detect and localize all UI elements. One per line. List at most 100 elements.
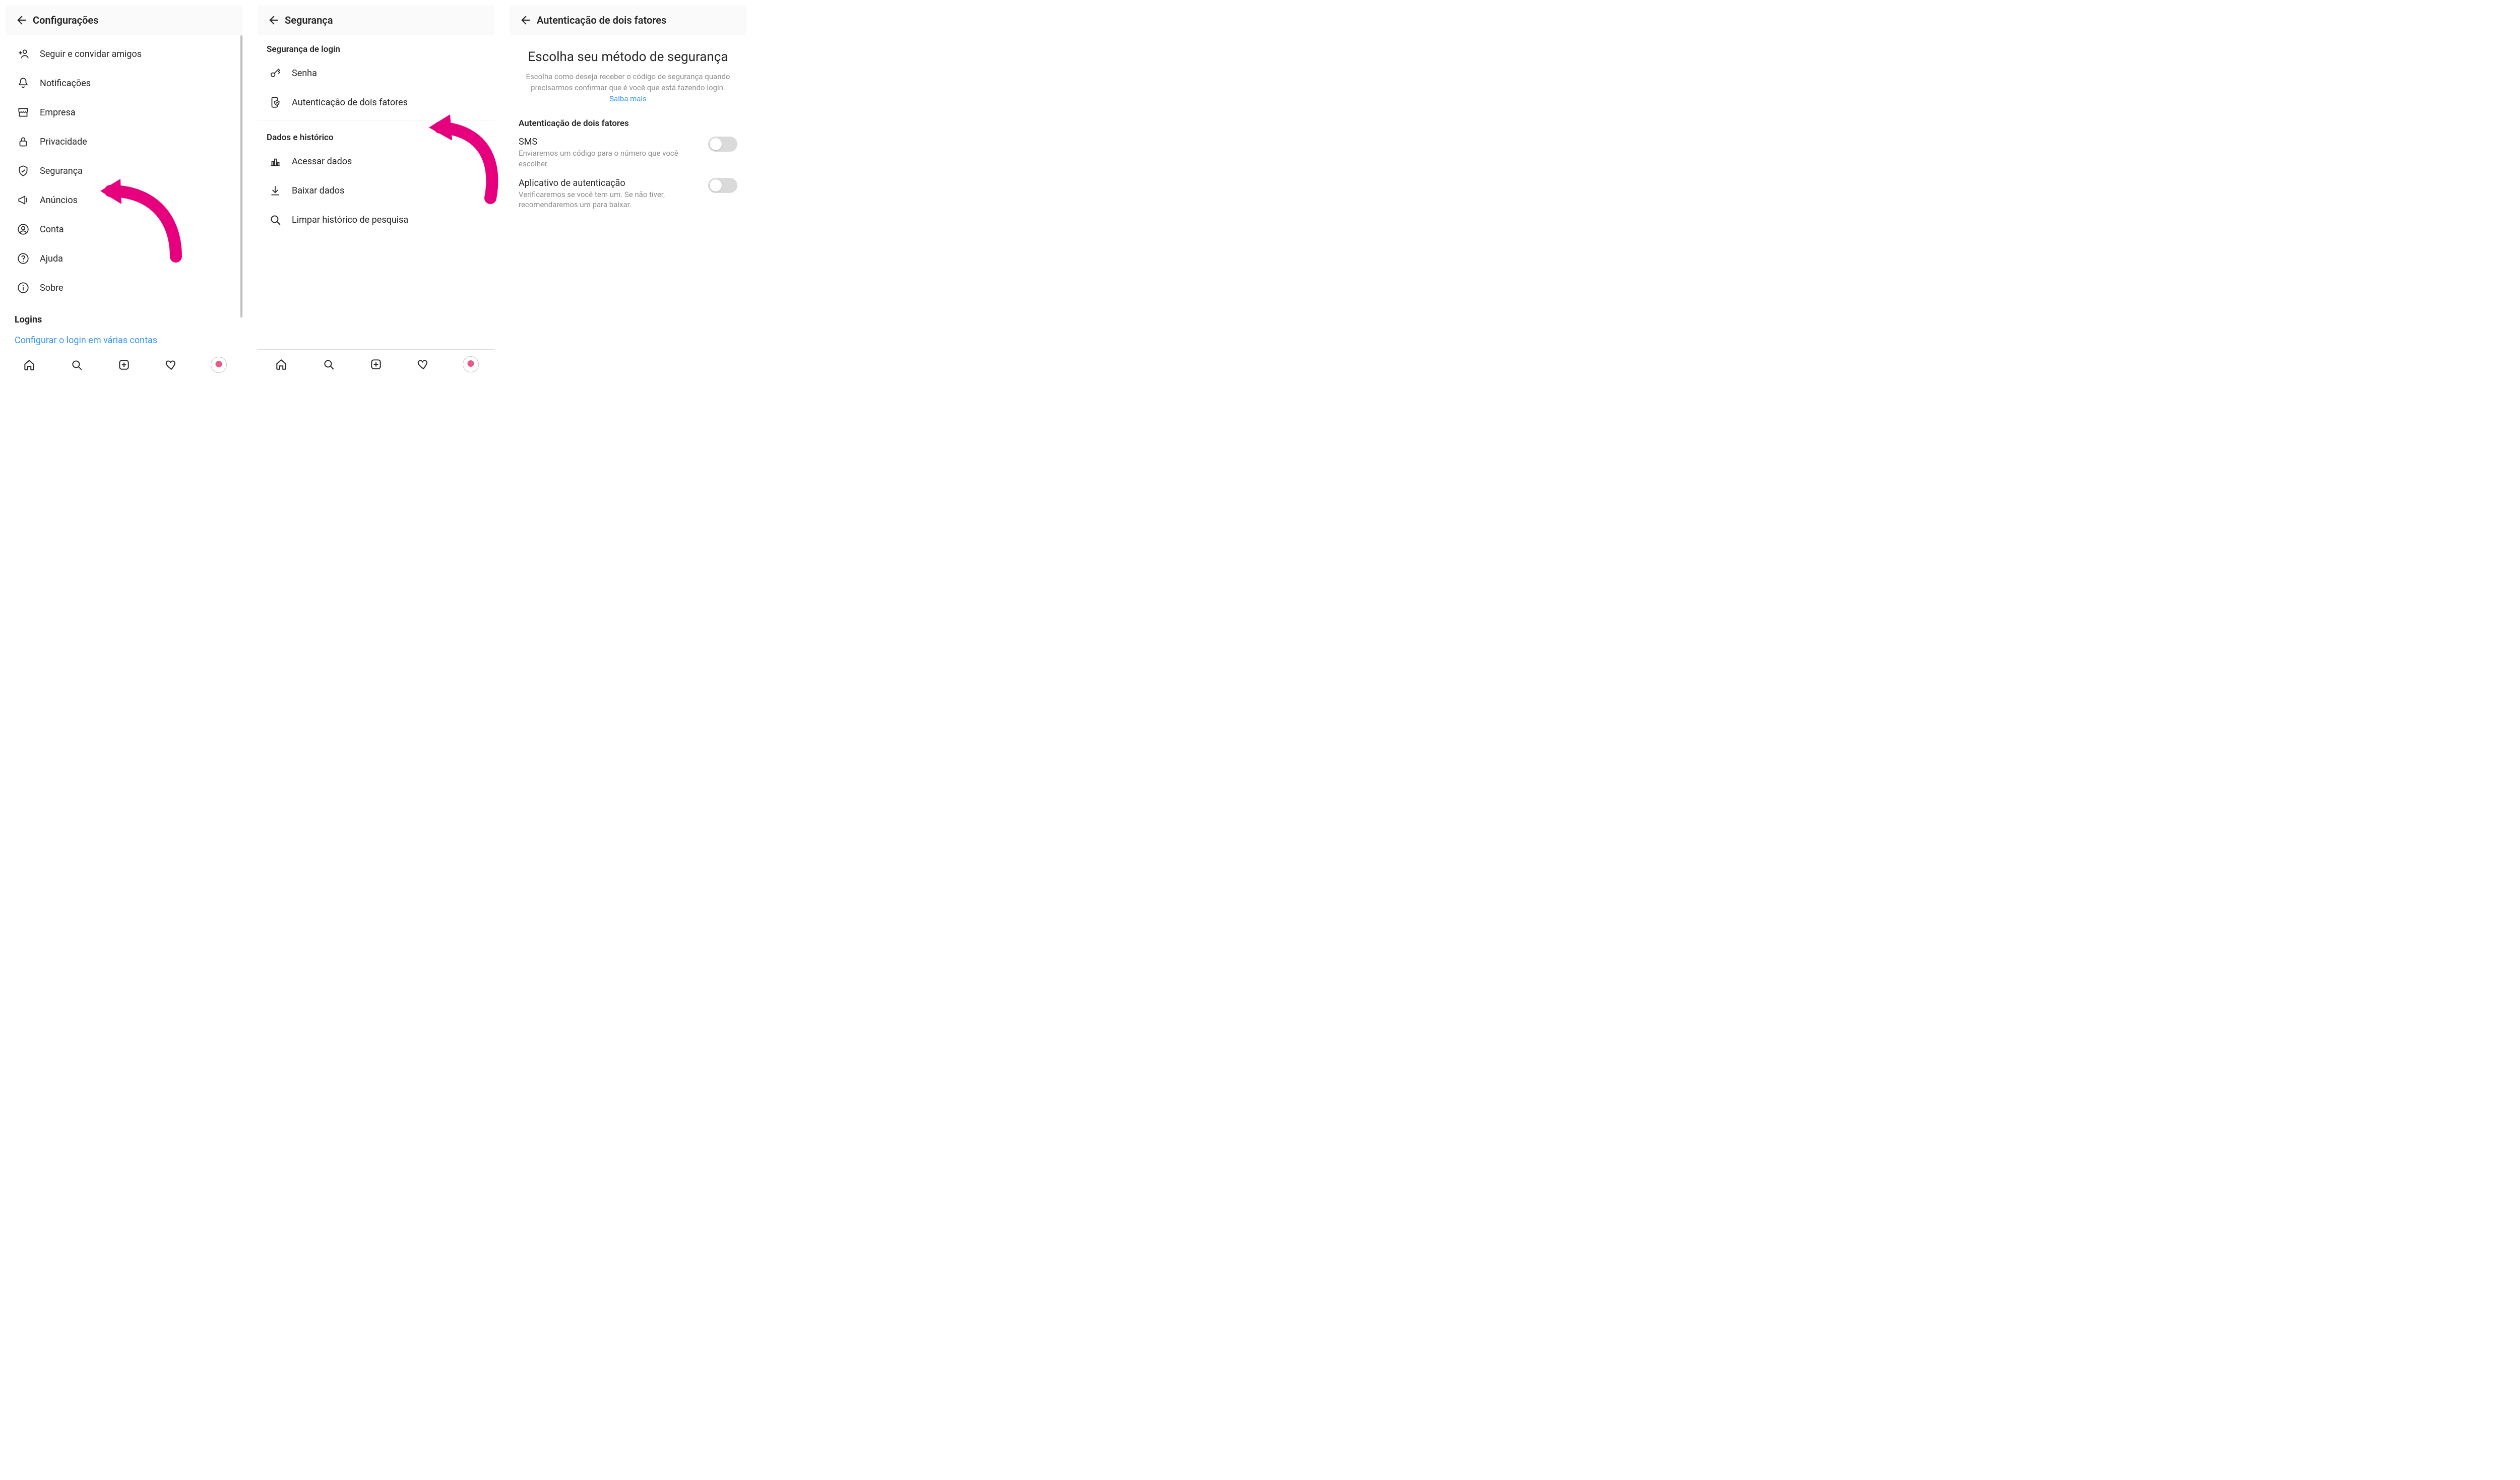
- tab-home[interactable]: [273, 356, 290, 373]
- add-post-icon: [369, 358, 383, 371]
- hero: Escolha seu método de segurança Escolha …: [510, 35, 746, 109]
- page-title: Configurações: [33, 14, 98, 26]
- row-label: Ajuda: [40, 253, 63, 264]
- security-item-key[interactable]: Senha: [258, 58, 494, 88]
- back-arrow-icon: [267, 14, 280, 27]
- bell-icon: [15, 77, 32, 90]
- tab-home[interactable]: [21, 356, 38, 373]
- info-circle-icon: [15, 281, 32, 294]
- row-label: Conta: [40, 224, 64, 235]
- tab-search[interactable]: [320, 356, 337, 373]
- settings-item-storefront[interactable]: Empresa: [6, 98, 242, 127]
- tab-profile[interactable]: [462, 356, 479, 373]
- header: Segurança: [258, 6, 494, 35]
- row-label: Acessar dados: [292, 156, 352, 167]
- row-label: Autenticação de dois fatores: [292, 97, 408, 108]
- help-circle-icon: [15, 252, 32, 265]
- row-label: Baixar dados: [292, 185, 344, 196]
- toggle-knob: [710, 179, 722, 191]
- back-arrow-icon: [15, 14, 28, 27]
- security-item-download[interactable]: Baixar dados: [258, 176, 494, 205]
- key-icon: [267, 67, 284, 80]
- page-title: Segurança: [285, 14, 333, 26]
- phone-shield-icon: [267, 96, 284, 109]
- back-button[interactable]: [11, 14, 33, 27]
- security-item-bar-chart[interactable]: Acessar dados: [258, 147, 494, 176]
- screen-two-factor: Autenticação de dois fatores Escolha seu…: [509, 5, 747, 380]
- settings-item-shield-check[interactable]: Segurança: [6, 156, 242, 185]
- multi-login-link[interactable]: Configurar o login em várias contas: [6, 329, 242, 346]
- toggle-sms[interactable]: [708, 137, 737, 152]
- lock-icon: [15, 135, 32, 148]
- tab-create[interactable]: [115, 356, 133, 373]
- search-icon: [322, 358, 335, 371]
- settings-item-lock[interactable]: Privacidade: [6, 127, 242, 156]
- settings-item-help-circle[interactable]: Ajuda: [6, 244, 242, 273]
- tab-search[interactable]: [68, 356, 85, 373]
- bar-chart-icon: [267, 155, 284, 168]
- back-button[interactable]: [515, 14, 537, 27]
- security-item-phone-shield[interactable]: Autenticação de dois fatores: [258, 88, 494, 117]
- option-name: SMS: [519, 137, 699, 147]
- header: Configurações: [6, 6, 242, 35]
- search-icon: [70, 358, 83, 371]
- back-button[interactable]: [263, 14, 285, 27]
- settings-scroll: Seguir e convidar amigos Notificações Empr…: [6, 35, 242, 346]
- section-data-history: Dados e histórico: [258, 123, 494, 147]
- security-item-search[interactable]: Limpar histórico de pesquisa: [258, 205, 494, 234]
- options-heading: Autenticação de dois fatores: [519, 109, 737, 133]
- row-label: Sobre: [40, 283, 64, 293]
- toggle-knob: [710, 138, 722, 150]
- row-label: Notificações: [40, 78, 91, 89]
- row-label: Empresa: [40, 107, 76, 118]
- settings-item-bell[interactable]: Notificações: [6, 69, 242, 98]
- tab-bar: [6, 350, 242, 379]
- shield-check-icon: [15, 164, 32, 177]
- hero-title: Escolha seu método de segurança: [521, 49, 735, 65]
- back-arrow-icon: [519, 14, 532, 27]
- header: Autenticação de dois fatores: [510, 6, 746, 35]
- section-login-security: Segurança de login: [258, 35, 494, 58]
- add-post-icon: [117, 358, 131, 371]
- user-circle-icon: [15, 223, 32, 236]
- tab-create[interactable]: [367, 356, 385, 373]
- row-label: Senha: [292, 68, 317, 79]
- learn-more-link[interactable]: Saiba mais: [609, 94, 647, 103]
- two-factor-option: SMSEnviaremos um código para o número qu…: [519, 133, 737, 174]
- hero-body: Escolha como deseja receber o código de …: [521, 72, 735, 104]
- page-title: Autenticação de dois fatores: [537, 14, 666, 26]
- avatar-icon: [211, 357, 227, 373]
- tab-bar: [258, 349, 494, 379]
- home-icon: [23, 358, 36, 371]
- tab-activity[interactable]: [415, 356, 432, 373]
- option-description: Enviaremos um código para o número que v…: [519, 148, 699, 169]
- search-icon: [267, 213, 284, 226]
- row-label: Segurança: [40, 166, 83, 176]
- tab-activity[interactable]: [163, 356, 180, 373]
- screen-security: Segurança Segurança de login Senha Autent…: [257, 5, 495, 380]
- screen-settings: Configurações Seguir e convidar amigos No…: [5, 5, 243, 380]
- home-icon: [275, 358, 288, 371]
- storefront-icon: [15, 106, 32, 119]
- settings-item-info-circle[interactable]: Sobre: [6, 273, 242, 302]
- logins-heading: Logins: [6, 302, 242, 329]
- scrollbar[interactable]: [240, 35, 242, 317]
- option-description: Verificaremos se você tem um. Se não tiv…: [519, 189, 699, 210]
- row-label: Limpar histórico de pesquisa: [292, 215, 408, 225]
- settings-item-megaphone[interactable]: Anúncios: [6, 185, 242, 215]
- settings-item-user-circle[interactable]: Conta: [6, 215, 242, 244]
- row-label: Seguir e convidar amigos: [40, 49, 142, 59]
- row-label: Anúncios: [40, 195, 78, 206]
- heart-icon: [165, 358, 178, 371]
- option-name: Aplicativo de autenticação: [519, 178, 699, 188]
- megaphone-icon: [15, 194, 32, 207]
- two-factor-option: Aplicativo de autenticaçãoVerificaremos …: [519, 174, 737, 215]
- tab-profile[interactable]: [210, 356, 227, 373]
- toggle-auth-app[interactable]: [708, 178, 737, 193]
- heart-icon: [417, 358, 430, 371]
- settings-item-add-person[interactable]: Seguir e convidar amigos: [6, 39, 242, 69]
- add-person-icon: [15, 47, 32, 60]
- avatar-icon: [463, 356, 479, 372]
- download-icon: [267, 184, 284, 197]
- row-label: Privacidade: [40, 137, 87, 147]
